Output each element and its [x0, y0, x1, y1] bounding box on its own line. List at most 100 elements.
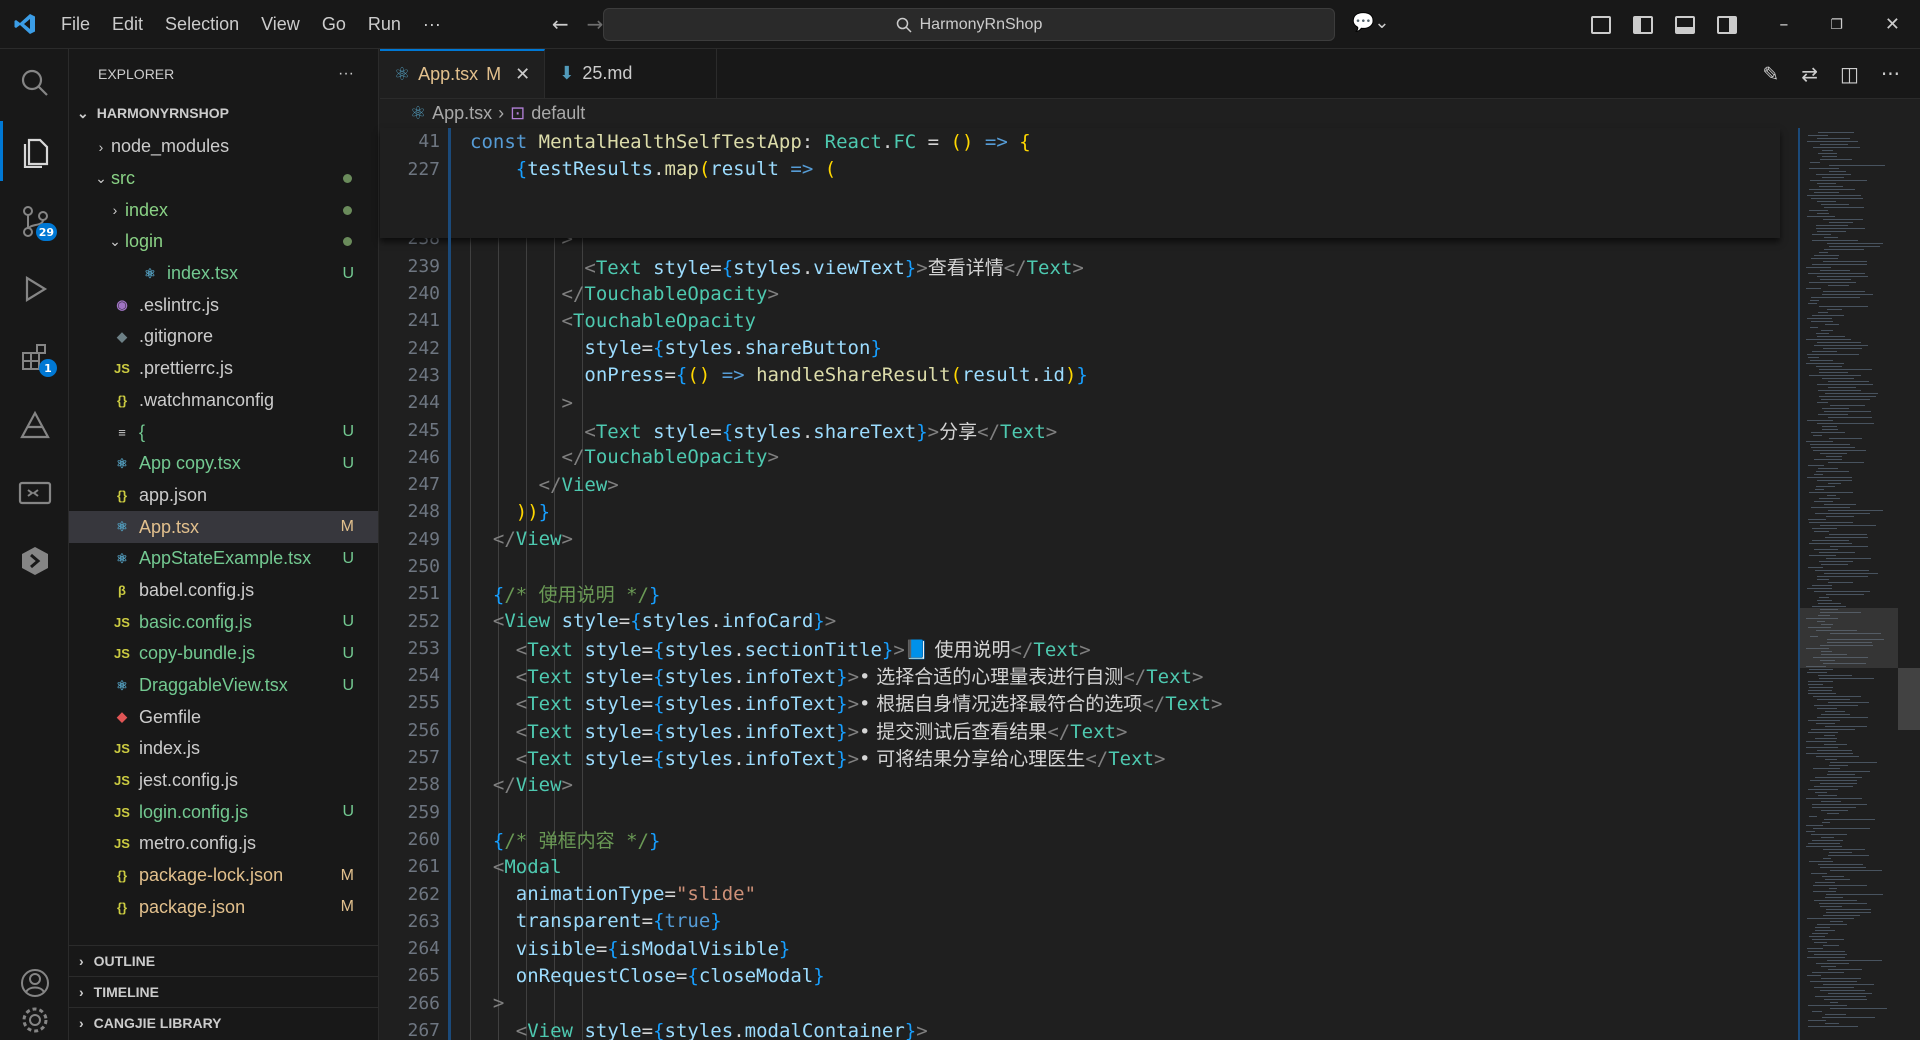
- toggle-sidebar-icon[interactable]: [1633, 15, 1654, 34]
- menu-view[interactable]: View: [250, 0, 311, 49]
- devtool-extension-icon[interactable]: [0, 531, 69, 591]
- vertical-scrollbar[interactable]: [1898, 128, 1920, 1040]
- accounts-icon[interactable]: [0, 953, 69, 1013]
- code-line[interactable]: 242 style={styles.shareButton}: [380, 334, 1780, 361]
- list-item[interactable]: {} package.json M: [69, 892, 378, 924]
- list-item[interactable]: ◆ .gitignore: [69, 321, 378, 353]
- extensions-activity-icon[interactable]: 1: [0, 327, 69, 387]
- code-line[interactable]: 263 transparent={true}: [380, 908, 1780, 935]
- sticky-scroll[interactable]: 41 const MentalHealthSelfTestApp: React.F…: [380, 128, 1780, 238]
- sticky-line[interactable]: 227 {testResults.map(result => (: [380, 156, 1780, 184]
- code-line[interactable]: 249 </View>: [380, 526, 1780, 553]
- toggle-panel-icon[interactable]: [1675, 15, 1696, 34]
- code-line[interactable]: 256 <Text style={styles.infoText}>• 提交测试…: [380, 717, 1780, 744]
- code-line[interactable]: 241 <TouchableOpacity: [380, 307, 1780, 334]
- run-debug-activity-icon[interactable]: [0, 259, 69, 319]
- code-line[interactable]: 248 ))}: [380, 498, 1780, 525]
- menu-file[interactable]: File: [50, 0, 101, 49]
- list-item[interactable]: JS jest.config.js: [69, 765, 378, 797]
- list-item[interactable]: JS metro.config.js: [69, 828, 378, 860]
- code-line[interactable]: 247 </View>: [380, 471, 1780, 498]
- code-line[interactable]: 250: [380, 553, 1780, 580]
- list-item[interactable]: JS .prettierrc.js: [69, 353, 378, 385]
- code-line[interactable]: 267 <View style={styles.modalContainer}>: [380, 1017, 1780, 1040]
- code-line[interactable]: 240 </TouchableOpacity>: [380, 280, 1780, 307]
- workspace-root[interactable]: ⌄ HARMONYRNSHOP: [69, 99, 378, 127]
- tab-app-tsx[interactable]: ⚛ App.tsx M ✕: [380, 49, 546, 98]
- code-line[interactable]: 266 >: [380, 990, 1780, 1017]
- list-item[interactable]: ⚛ DraggableView.tsx U: [69, 670, 378, 702]
- cangjie-library-section[interactable]: › CANGJIE LIBRARY: [69, 1007, 378, 1038]
- command-center-search[interactable]: HarmonyRnShop: [603, 8, 1335, 41]
- sticky-line[interactable]: 41 const MentalHealthSelfTestApp: React.F…: [380, 128, 1780, 156]
- list-item[interactable]: JS index.js: [69, 733, 378, 765]
- testing-activity-icon[interactable]: [0, 395, 69, 455]
- minimize-icon[interactable]: –: [1779, 14, 1788, 35]
- list-item[interactable]: › index: [69, 194, 378, 226]
- list-item[interactable]: JS basic.config.js U: [69, 606, 378, 638]
- list-item[interactable]: ⚛ App.tsx M: [69, 511, 378, 543]
- scroll-thumb[interactable]: [1898, 668, 1920, 730]
- breadcrumb-symbol[interactable]: default: [531, 103, 585, 124]
- code-line[interactable]: 259: [380, 799, 1780, 826]
- source-control-activity-icon[interactable]: 29: [0, 191, 69, 251]
- code-line[interactable]: 244 >: [380, 389, 1780, 416]
- menu-run[interactable]: Run: [357, 0, 412, 49]
- list-item[interactable]: {} app.json: [69, 480, 378, 512]
- list-item[interactable]: ⌄ src: [69, 163, 378, 195]
- menu-selection[interactable]: Selection: [154, 0, 250, 49]
- list-item[interactable]: {} package-lock.json M: [69, 860, 378, 892]
- code-lines[interactable]: 237 onPress={() => handleViewResult(resu…: [380, 128, 1780, 1040]
- menu-edit[interactable]: Edit: [101, 0, 154, 49]
- close-window-icon[interactable]: ✕: [1885, 14, 1900, 35]
- menu-more[interactable]: ···: [412, 0, 452, 49]
- more-actions-icon[interactable]: ···: [1881, 62, 1900, 86]
- code-line[interactable]: 265 onRequestClose={closeModal}: [380, 962, 1780, 989]
- list-item[interactable]: β babel.config.js: [69, 575, 378, 607]
- list-item[interactable]: ⚛ index.tsx U: [69, 258, 378, 290]
- list-item[interactable]: JS login.config.js U: [69, 796, 378, 828]
- split-editor-icon[interactable]: ◫: [1840, 62, 1859, 86]
- forward-arrow-icon[interactable]: →: [587, 12, 604, 36]
- code-line[interactable]: 254 <Text style={styles.infoText}>• 选择合适…: [380, 662, 1780, 689]
- explorer-activity-icon[interactable]: [0, 121, 69, 181]
- code-line[interactable]: 258 </View>: [380, 771, 1780, 798]
- minimap[interactable]: [1798, 128, 1900, 1040]
- breadcrumb-file[interactable]: App.tsx: [432, 103, 492, 124]
- list-item[interactable]: {} .watchmanconfig: [69, 385, 378, 417]
- code-line[interactable]: 262 animationType="slide": [380, 880, 1780, 907]
- back-arrow-icon[interactable]: ←: [552, 12, 569, 36]
- code-line[interactable]: 251 {/* 使用说明 */}: [380, 580, 1780, 607]
- code-line[interactable]: 255 <Text style={styles.infoText}>• 根据自身…: [380, 689, 1780, 716]
- code-line[interactable]: 253 <Text style={styles.sectionTitle}>📘 …: [380, 635, 1780, 662]
- list-item[interactable]: › node_modules: [69, 131, 378, 163]
- menu-go[interactable]: Go: [311, 0, 357, 49]
- code-line[interactable]: 246 </TouchableOpacity>: [380, 444, 1780, 471]
- minimap-viewport[interactable]: [1800, 608, 1900, 668]
- settings-gear-icon[interactable]: [0, 1007, 69, 1040]
- list-item[interactable]: ◉ .eslintrc.js: [69, 289, 378, 321]
- timeline-section[interactable]: › TIMELINE: [69, 976, 378, 1007]
- code-line[interactable]: 239 <Text style={styles.viewText}>查看详情</…: [380, 253, 1780, 280]
- list-item[interactable]: ◆ Gemfile: [69, 701, 378, 733]
- close-icon[interactable]: ✕: [515, 64, 530, 85]
- tab-25-md[interactable]: ⬇ 25.md: [545, 49, 718, 98]
- list-item[interactable]: ≡ {U: [69, 416, 378, 448]
- copilot-chat-icon[interactable]: 💬⌄: [1352, 12, 1390, 33]
- list-item[interactable]: ⚛ App copy.tsx U: [69, 448, 378, 480]
- code-line[interactable]: 260 {/* 弹框内容 */}: [380, 826, 1780, 853]
- remote-explorer-activity-icon[interactable]: [0, 463, 69, 523]
- outline-section[interactable]: › OUTLINE: [69, 945, 378, 976]
- code-line[interactable]: 261 <Modal: [380, 853, 1780, 880]
- edit-pencil-icon[interactable]: ✎: [1762, 62, 1779, 86]
- compare-changes-icon[interactable]: ⇄: [1801, 62, 1818, 86]
- code-line[interactable]: 252 <View style={styles.infoCard}>: [380, 607, 1780, 634]
- customize-layout-icon[interactable]: [1591, 15, 1612, 34]
- list-item[interactable]: ⚛ AppStateExample.tsx U: [69, 543, 378, 575]
- code-line[interactable]: 264 visible={isModalVisible}: [380, 935, 1780, 962]
- toggle-secondary-sidebar-icon[interactable]: [1717, 15, 1738, 34]
- code-line[interactable]: 257 <Text style={styles.infoText}>• 可将结果…: [380, 744, 1780, 771]
- code-line[interactable]: 243 onPress={() => handleShareResult(res…: [380, 362, 1780, 389]
- code-line[interactable]: 245 <Text style={styles.shareText}>分享</T…: [380, 416, 1780, 443]
- search-activity-icon[interactable]: [0, 53, 69, 113]
